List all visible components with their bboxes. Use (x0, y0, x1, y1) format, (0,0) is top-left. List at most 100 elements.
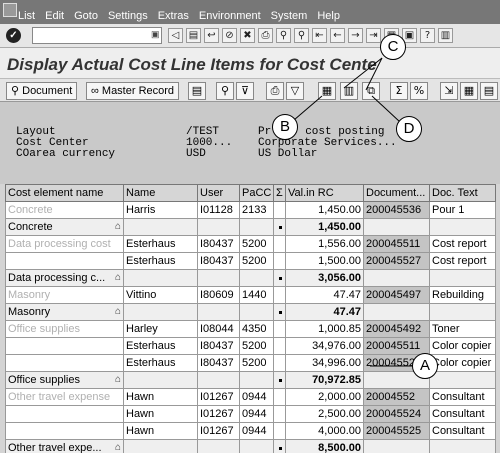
cell-doc-text[interactable]: Cost report (429, 235, 496, 253)
cell-document[interactable]: 200045511 (363, 337, 430, 355)
cell-doc-text[interactable] (429, 269, 496, 287)
cell-cost-element[interactable]: Concrete ⌂ (5, 218, 124, 236)
cell-doc-text[interactable]: Pour 1 (429, 201, 496, 219)
cell-name[interactable]: Vittino (123, 286, 198, 304)
cell-cost-element[interactable]: Concrete (5, 201, 124, 219)
subtotal-icon[interactable]: ⌂ (115, 374, 121, 385)
exit-icon[interactable]: ⊘ (222, 28, 237, 43)
back-nav-icon[interactable]: ↩ (204, 28, 219, 43)
cell-doc-text[interactable]: Cost report (429, 252, 496, 270)
cell-pacc[interactable] (239, 371, 274, 389)
cell-pacc[interactable]: 4350 (239, 320, 274, 338)
spreadsheet-icon[interactable]: ▦ (460, 82, 478, 100)
cell-cost-element[interactable] (5, 252, 124, 270)
cell-doc-text[interactable] (429, 303, 496, 321)
cell-pacc[interactable] (239, 218, 274, 236)
subtotal-icon[interactable]: ⌂ (115, 442, 121, 453)
cell-name[interactable]: Hawn (123, 405, 198, 423)
cell-pacc[interactable]: 0944 (239, 388, 274, 406)
cell-pacc[interactable]: 5200 (239, 354, 274, 372)
cell-pacc[interactable]: 5200 (239, 235, 274, 253)
cell-cost-element[interactable]: Masonry (5, 286, 124, 304)
cell-name[interactable] (123, 303, 198, 321)
cell-value[interactable]: 47.47 (285, 286, 364, 304)
table-row[interactable]: Masonry Vittino I80609 1440 47.47 200045497 Re… (5, 286, 496, 304)
prev-page-icon[interactable]: ← (330, 28, 345, 43)
cell-sum[interactable] (273, 354, 286, 372)
cell-value[interactable]: 47.47 (285, 303, 364, 321)
cell-sum[interactable] (273, 252, 286, 270)
cell-pacc[interactable]: 5200 (239, 252, 274, 270)
cell-sum[interactable] (273, 439, 286, 453)
cell-pacc[interactable]: 0944 (239, 405, 274, 423)
table-row[interactable]: Other travel expense Hawn I01267 0944 2,000.… (5, 388, 496, 406)
cell-sum[interactable] (273, 371, 286, 389)
cell-cost-element[interactable]: Data processing cost (5, 235, 124, 253)
cell-user[interactable]: I01267 (197, 405, 240, 423)
cell-sum[interactable] (273, 218, 286, 236)
cell-doc-text[interactable]: Toner (429, 320, 496, 338)
cell-value[interactable]: 34,996.00 (285, 354, 364, 372)
cell-sum[interactable] (273, 388, 286, 406)
cell-sum[interactable] (273, 405, 286, 423)
cell-user[interactable]: I01267 (197, 422, 240, 440)
cell-cost-element[interactable]: Masonry ⌂ (5, 303, 124, 321)
cell-cost-element[interactable] (5, 405, 124, 423)
cell-user[interactable] (197, 218, 240, 236)
menu-edit[interactable]: Edit (45, 10, 64, 22)
menu-settings[interactable]: Settings (108, 10, 148, 22)
cell-document[interactable]: 200045511 (363, 235, 430, 253)
next-page-icon[interactable]: → (348, 28, 363, 43)
enter-icon[interactable]: ✓ (6, 28, 21, 43)
menu-help[interactable]: Help (317, 10, 340, 22)
col-sum[interactable]: Σ (273, 184, 286, 202)
cell-name[interactable]: Esterhaus (123, 252, 198, 270)
cell-name[interactable]: Harley (123, 320, 198, 338)
cell-document[interactable]: 200045525 (363, 422, 430, 440)
cell-value[interactable]: 2,500.00 (285, 405, 364, 423)
cell-user[interactable]: I80609 (197, 286, 240, 304)
cell-user[interactable] (197, 269, 240, 287)
cell-cost-element[interactable]: Other travel expense (5, 388, 124, 406)
cell-user[interactable] (197, 371, 240, 389)
sap-logo-icon[interactable] (3, 3, 17, 17)
col-pacc[interactable]: PaCC (239, 184, 274, 202)
subtotal-row[interactable]: Other travel expe... ⌂ 8,500.00 (5, 439, 496, 453)
cell-name[interactable]: Esterhaus (123, 337, 198, 355)
subtotal-icon[interactable]: ⌂ (115, 221, 121, 232)
subtotal-row[interactable]: Masonry ⌂ 47.47 (5, 303, 496, 321)
cell-document[interactable] (363, 218, 430, 236)
cell-doc-text[interactable]: Consultant (429, 405, 496, 423)
cell-cost-element[interactable] (5, 337, 124, 355)
cell-sum[interactable] (273, 269, 286, 287)
cell-user[interactable]: I01128 (197, 201, 240, 219)
cell-doc-text[interactable] (429, 439, 496, 453)
cancel-icon[interactable]: ✖ (240, 28, 255, 43)
col-cost-element-name[interactable]: Cost element name (5, 184, 124, 202)
table-row[interactable]: Esterhaus I80437 5200 1,500.00 200045527 Cost… (5, 252, 496, 270)
layout-menu-icon[interactable]: ▥ (438, 28, 453, 43)
export-icon[interactable]: ⇲ (440, 82, 458, 100)
cell-user[interactable]: I80437 (197, 252, 240, 270)
filter-icon[interactable]: ⊽ (236, 82, 254, 100)
cell-value[interactable]: 70,972.85 (285, 371, 364, 389)
first-page-icon[interactable]: ⇤ (312, 28, 327, 43)
cell-name[interactable]: Hawn (123, 388, 198, 406)
cell-user[interactable] (197, 439, 240, 453)
cell-sum[interactable] (273, 320, 286, 338)
table-row[interactable]: Hawn I01267 0944 4,000.00 200045525 Consultan… (5, 422, 496, 440)
cell-user[interactable]: I80437 (197, 337, 240, 355)
cell-sum[interactable] (273, 286, 286, 304)
cell-user[interactable] (197, 303, 240, 321)
cell-name[interactable]: Harris (123, 201, 198, 219)
cell-cost-element[interactable]: Office supplies (5, 320, 124, 338)
last-page-icon[interactable]: ⇥ (366, 28, 381, 43)
cell-value[interactable]: 3,056.00 (285, 269, 364, 287)
cell-name[interactable]: Hawn (123, 422, 198, 440)
select-layout-icon[interactable]: ▥ (340, 82, 358, 100)
col-value-rc[interactable]: Val.in RC (285, 184, 364, 202)
cell-pacc[interactable]: 2133 (239, 201, 274, 219)
cell-value[interactable]: 1,500.00 (285, 252, 364, 270)
cell-doc-text[interactable]: Consultant (429, 422, 496, 440)
find-icon[interactable]: ⚲ (216, 82, 234, 100)
